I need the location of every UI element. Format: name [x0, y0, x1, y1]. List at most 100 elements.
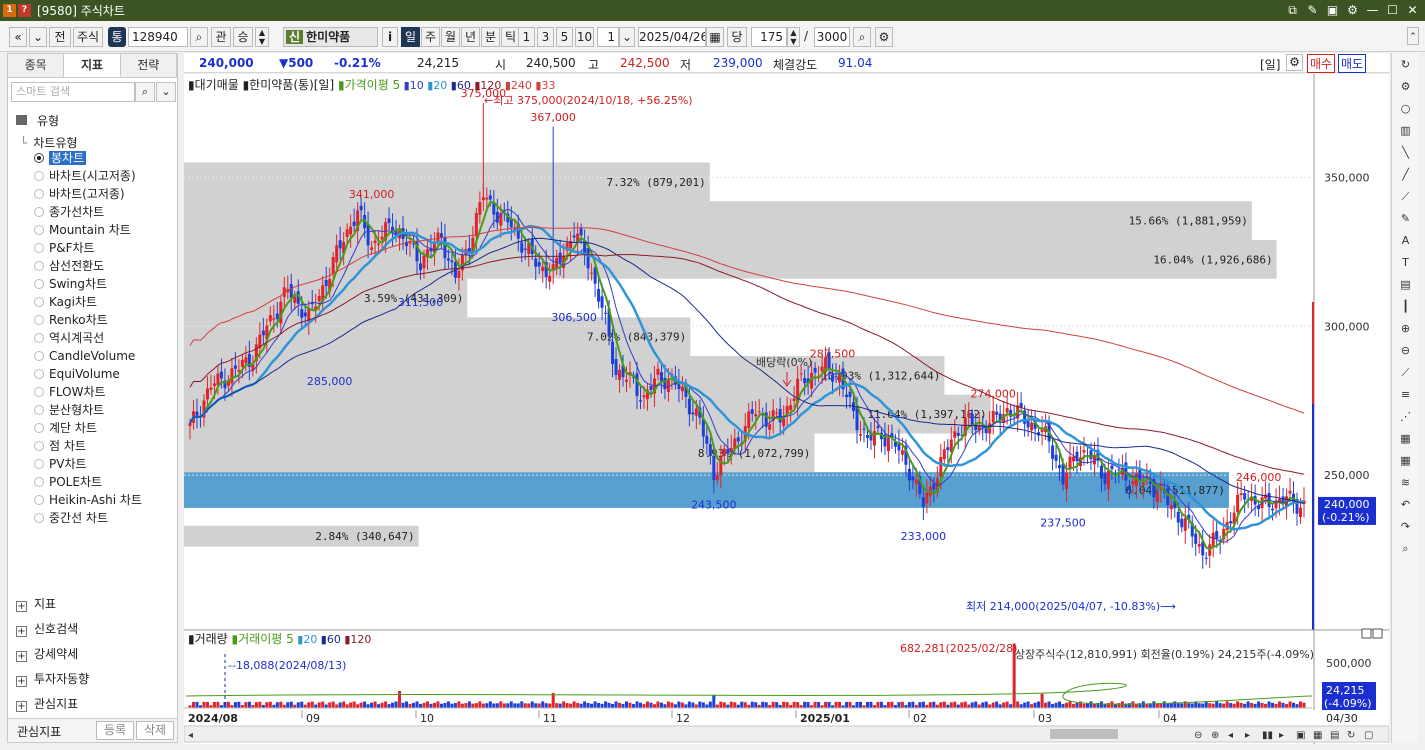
type-group[interactable]: 유형 [16, 112, 59, 129]
radio-icon[interactable] [34, 423, 44, 433]
calendar-icon[interactable]: ▦ [706, 27, 724, 47]
zoomout-icon[interactable]: ⊖ [1395, 340, 1417, 361]
radio-icon[interactable] [34, 459, 44, 469]
chart-type-item[interactable]: EquiVolume [34, 366, 120, 383]
tab-2[interactable]: 전략 [121, 54, 177, 77]
radio-icon[interactable] [34, 441, 44, 451]
maximize-icon[interactable]: ☐ [1384, 2, 1401, 18]
chart-type-head[interactable]: └ 차트유형 [20, 134, 77, 151]
expand-icon[interactable]: + [16, 701, 27, 712]
scrollbar-thumb[interactable] [1050, 729, 1118, 739]
stock-name-field[interactable]: 신 한미약품 [283, 27, 378, 47]
link-icon[interactable]: ⧉ [1284, 2, 1301, 18]
radio-icon[interactable] [34, 405, 44, 415]
section-2[interactable]: + 강세약세 [16, 645, 78, 662]
close-icon[interactable]: ✕ [1404, 2, 1421, 18]
bars-icon[interactable]: ▤ [1395, 274, 1417, 295]
unit-3[interactable]: 3 [537, 27, 554, 47]
period-2[interactable]: 월 [441, 27, 460, 47]
unit-10[interactable]: 10 [575, 27, 594, 47]
search-icon[interactable]: ⌕ [135, 82, 155, 102]
seung-button[interactable]: 승 [233, 27, 253, 47]
expand-icon[interactable]: + [16, 601, 27, 612]
radio-icon[interactable] [34, 243, 44, 253]
note-icon[interactable]: ✎ [1304, 2, 1321, 18]
scroll-control-icon[interactable]: ◂ [1228, 730, 1233, 741]
zoom-icon[interactable]: ⌕ [853, 27, 871, 47]
scroll-control-icon[interactable]: ⊖ [1194, 730, 1202, 741]
max-count-input[interactable]: 3000 [814, 27, 850, 47]
chart-area[interactable]: 2.84% (340,647) 6.04% (511,877) 8.93% (1,0… [183, 74, 1390, 744]
scroll-control-icon[interactable]: ▮▮ [1262, 730, 1273, 741]
line2-icon[interactable]: ╱ [1395, 164, 1417, 185]
radio-icon[interactable] [34, 297, 44, 307]
section-4[interactable]: + 관심지표 [16, 695, 78, 712]
chart-type-item[interactable]: 계단 차트 [34, 420, 97, 437]
section-0[interactable]: + 지표 [16, 595, 56, 612]
radio-icon[interactable] [34, 189, 44, 199]
radio-icon[interactable] [34, 279, 44, 289]
radio-icon[interactable] [34, 315, 44, 325]
expand-icon[interactable]: + [16, 676, 27, 687]
chart-type-item[interactable]: Heikin-Ashi 차트 [34, 492, 142, 509]
chart-settings-icon[interactable]: ⚙ [1286, 54, 1303, 71]
scroll-control-icon[interactable]: ▣ [1296, 730, 1305, 741]
settings-icon[interactable]: ⚙ [1344, 2, 1361, 18]
scroll-control-icon[interactable]: ▸ [1279, 730, 1284, 741]
radio-icon[interactable] [34, 351, 44, 361]
rotate-icon[interactable]: ↻ [1395, 54, 1417, 75]
radio-icon[interactable] [34, 495, 44, 505]
line1-icon[interactable]: ╲ [1395, 142, 1417, 163]
period-1[interactable]: 주 [421, 27, 440, 47]
unit-1[interactable]: 1 [518, 27, 535, 47]
grid2-icon[interactable]: ▦ [1395, 450, 1417, 471]
chart-type-item[interactable]: 바차트(고저종) [34, 186, 125, 203]
chart-type-item[interactable]: PV차트 [34, 456, 87, 473]
count-input[interactable]: 175 [751, 27, 787, 47]
tab-1[interactable]: 지표 [64, 54, 121, 77]
all-button[interactable]: 전 [49, 27, 71, 47]
chart-type-item[interactable]: 봉차트 [34, 150, 87, 167]
chart-type-item[interactable]: FLOW차트 [34, 384, 106, 401]
grid1-icon[interactable]: ▦ [1395, 428, 1417, 449]
chart-scrollbar[interactable] [183, 725, 1390, 743]
radio-icon[interactable] [34, 207, 44, 217]
search-icon[interactable]: ⌕ [1395, 538, 1417, 559]
dropdown-icon[interactable]: ⌄ [156, 82, 176, 102]
nav-dropdown-button[interactable]: ⌄ [29, 27, 47, 47]
chart-type-item[interactable]: POLE차트 [34, 474, 102, 491]
dang-button[interactable]: 당 [727, 27, 747, 47]
chart-type-item[interactable]: 바차트(시고저종) [34, 168, 136, 185]
diag-icon[interactable]: ⟋ [1395, 362, 1417, 383]
info-button[interactable]: i [382, 27, 398, 47]
register-button[interactable]: 등록 [96, 721, 134, 740]
fib-icon[interactable]: ≡ [1395, 384, 1417, 405]
chart-type-item[interactable]: Swing차트 [34, 276, 107, 293]
chart-type-item[interactable]: P&F차트 [34, 240, 95, 257]
period-3[interactable]: 년 [461, 27, 480, 47]
stepper-icon[interactable]: ▲ ▼ [255, 27, 269, 47]
nav-prev-button[interactable]: « [9, 27, 27, 47]
expand-icon[interactable]: + [16, 626, 27, 637]
scroll-control-icon[interactable]: ⊕ [1211, 730, 1219, 741]
count-stepper-icon[interactable]: ▲ ▼ [787, 27, 800, 47]
tab-0[interactable]: 종목 [8, 54, 65, 77]
market-select[interactable]: 주식 [73, 27, 103, 47]
scroll-control-icon[interactable]: ▤ [1330, 730, 1339, 741]
chart-type-item[interactable]: 삼선전환도 [34, 258, 104, 275]
radio-icon[interactable] [34, 513, 44, 523]
radio-icon[interactable] [34, 225, 44, 235]
radio-icon[interactable] [34, 477, 44, 487]
scroll-control-icon[interactable]: ▦ [1313, 730, 1322, 741]
chart-type-item[interactable]: Renko차트 [34, 312, 108, 329]
pen-icon[interactable]: ✎ [1395, 208, 1417, 229]
chart-type-item[interactable]: 역시계곡선 [34, 330, 104, 347]
scroll-control-icon[interactable]: ▢ [1364, 730, 1373, 741]
chart-type-item[interactable]: 점 차트 [34, 438, 86, 455]
gwan-button[interactable]: 관 [211, 27, 231, 47]
undo-icon[interactable]: ↶ [1395, 494, 1417, 515]
expand-icon[interactable]: + [16, 651, 27, 662]
help-badge[interactable]: ? [18, 4, 31, 17]
section-3[interactable]: + 투자자동향 [16, 670, 89, 687]
chart-type-item[interactable]: 종가선차트 [34, 204, 104, 221]
